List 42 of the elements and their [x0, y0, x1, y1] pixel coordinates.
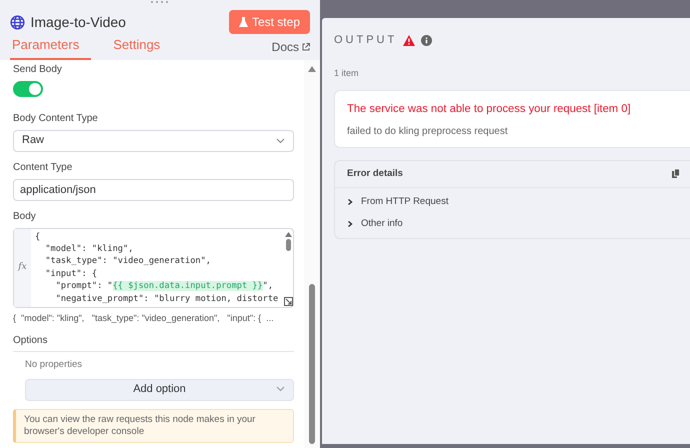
- external-link-icon: [302, 43, 310, 51]
- info-icon[interactable]: [421, 34, 432, 46]
- chevron-down-icon: [276, 138, 285, 144]
- flask-icon: [238, 17, 248, 27]
- error-message: failed to do kling preprocess request: [347, 124, 509, 139]
- code-line: "input": {: [44, 268, 98, 280]
- section-title: Options: [13, 333, 294, 352]
- toggle-switch[interactable]: [13, 81, 43, 97]
- code-line: "task_type": "video_generation",: [44, 255, 212, 268]
- select-field[interactable]: Raw: [13, 130, 294, 152]
- code-line: "negative_prompt": "blurry motion, distorte: [54, 292, 279, 305]
- expandable-item[interactable]: From HTTP Request: [335, 190, 460, 214]
- globe-icon: [10, 14, 25, 30]
- node-title: Image-to-Video: [30, 12, 126, 32]
- copy-icon[interactable]: [672, 169, 680, 178]
- error-title: The service was not able to process your request [item 0]: [347, 102, 632, 117]
- input-field[interactable]: application/json: [13, 178, 294, 200]
- field-label: Body: [13, 210, 37, 224]
- expression-marker: fx: [14, 228, 31, 307]
- resize-icon[interactable]: [284, 296, 292, 306]
- info-notice: You can view the raw requests this node makes in your browser's developer console: [13, 408, 294, 443]
- empty-text: No properties: [25, 358, 84, 372]
- code-line: "model": "kling",: [44, 242, 134, 256]
- field-label: Content Type: [13, 160, 74, 174]
- drag-handle-icon[interactable]: [149, 0, 171, 4]
- section-title: Error details: [347, 166, 403, 181]
- code-line: {: [35, 230, 42, 243]
- scroll-up-icon[interactable]: [308, 66, 316, 72]
- scrollbar-thumb[interactable]: [286, 238, 290, 250]
- add-option-button[interactable]: Add option: [25, 378, 294, 401]
- panel-title: OUTPUT: [334, 33, 398, 48]
- expression-preview: { "model": "kling", "task_type": "video_generation", "input": { ...: [13, 312, 275, 325]
- docs-link[interactable]: Docs: [272, 38, 310, 60]
- warning-icon: [403, 34, 416, 46]
- code-editor[interactable]: fx { "model": "kling", "task_type": "video_generation", "input": { "prompt": "{{ $json.data.input.prompt }}", "negative_prompt": "blurry motion, distorte: [13, 228, 294, 308]
- expandable-item[interactable]: Other info: [335, 213, 415, 236]
- chevron-down-icon: [276, 386, 285, 392]
- scrollbar-thumb[interactable]: [309, 284, 315, 444]
- item-count: 1 item: [334, 66, 360, 80]
- scroll-up-icon[interactable]: [284, 232, 292, 236]
- field-label: Body Content Type: [13, 112, 99, 126]
- field-label: Send Body: [13, 63, 63, 77]
